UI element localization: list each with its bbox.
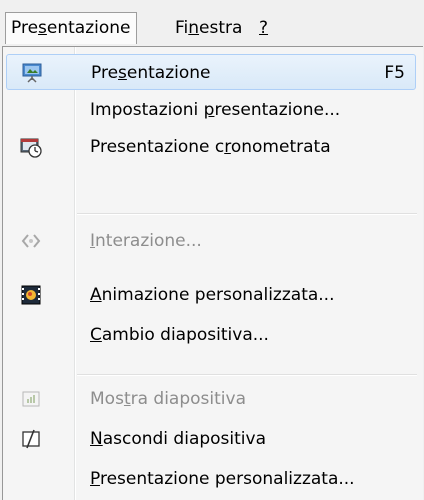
menu-item-label: Nascondi diapositiva	[90, 421, 266, 457]
menu-item-label: Impostazioni presentazione...	[90, 92, 340, 128]
menu-item-animazione-personalizzata[interactable]: Animazione personalizzata...	[6, 277, 416, 313]
menu-bar: Presentazione Finestra ?	[0, 0, 424, 46]
label-part: ambio diapositiva...	[101, 325, 269, 345]
menu-separator	[77, 374, 417, 376]
menu-help[interactable]: ?	[254, 13, 273, 44]
menu-item-cambio-diapositiva[interactable]: Cambio diapositiva...	[6, 317, 416, 353]
menu-item-label: Animazione personalizzata...	[90, 277, 335, 313]
label-part: onometrata	[230, 137, 331, 157]
menu-separator	[77, 213, 417, 215]
menu-item-presentazione-cronometrata[interactable]: Presentazione cronometrata	[6, 129, 416, 165]
menu-item-interazione[interactable]: Interazione...	[6, 223, 416, 259]
menu-item-nascondi-diapositiva[interactable]: Nascondi diapositiva	[6, 421, 416, 457]
label-part: Presentazione c	[90, 137, 225, 157]
menu-accelerator: ?	[259, 18, 269, 38]
menu-item-presentazione[interactable]: Presentazione F5	[6, 54, 416, 90]
menu-presentazione[interactable]: Presentazione	[5, 12, 137, 44]
label-accelerator: p	[203, 100, 215, 120]
label-part: nimazione personalizzata...	[101, 285, 335, 305]
label-accelerator: t	[123, 389, 131, 409]
menu-label-part: estra	[199, 18, 243, 38]
label-accelerator: s	[118, 63, 127, 83]
menu-item-label: Interazione...	[90, 223, 202, 259]
label-part: resentazione...	[214, 100, 341, 120]
menu-accelerator: s	[38, 18, 47, 38]
timer-presentation-icon	[20, 136, 42, 158]
menu-item-mostra-diapositiva[interactable]: Mostra diapositiva	[6, 381, 416, 417]
label-part: nterazione...	[95, 231, 202, 251]
label-accelerator: P	[90, 469, 100, 489]
label-accelerator: A	[90, 285, 102, 305]
menu-accelerator: n	[188, 18, 200, 38]
shortcut-label: F5	[384, 63, 405, 83]
label-part: ra diapositiva	[130, 389, 246, 409]
menu-label-part: entazione	[46, 18, 131, 38]
menu-item-label: Cambio diapositiva...	[90, 317, 269, 353]
presentation-screen-icon	[21, 62, 43, 84]
presentazione-dropdown-menu: Presentazione F5 Impostazioni presentazi…	[2, 46, 423, 500]
interaction-icon	[20, 230, 42, 252]
label-accelerator: C	[90, 325, 102, 345]
menu-item-presentazione-personalizzata[interactable]: Presentazione personalizzata...	[6, 461, 416, 497]
label-accelerator: r	[224, 137, 231, 157]
label-part: resentazione personalizzata...	[99, 469, 355, 489]
label-part: Mos	[90, 389, 124, 409]
hide-slide-icon	[20, 428, 42, 450]
label-part: ascondi diapositiva	[102, 429, 267, 449]
menu-label-part: Fi	[175, 18, 189, 38]
menu-finestra[interactable]: Finestra	[170, 13, 247, 44]
show-slide-icon	[20, 388, 42, 410]
label-part: Pre	[91, 63, 119, 83]
menu-item-impostazioni-presentazione[interactable]: Impostazioni presentazione...	[6, 92, 416, 128]
label-accelerator: N	[90, 429, 103, 449]
menu-label-part: Pre	[11, 18, 39, 38]
menu-item-label: Presentazione personalizzata...	[90, 461, 355, 497]
label-part: Impostazioni	[90, 100, 204, 120]
custom-animation-icon	[20, 284, 42, 306]
menu-item-label: Presentazione	[91, 55, 211, 91]
label-part: entazione	[126, 63, 211, 83]
menu-item-label: Mostra diapositiva	[90, 381, 246, 417]
menu-item-label: Presentazione cronometrata	[90, 129, 331, 165]
